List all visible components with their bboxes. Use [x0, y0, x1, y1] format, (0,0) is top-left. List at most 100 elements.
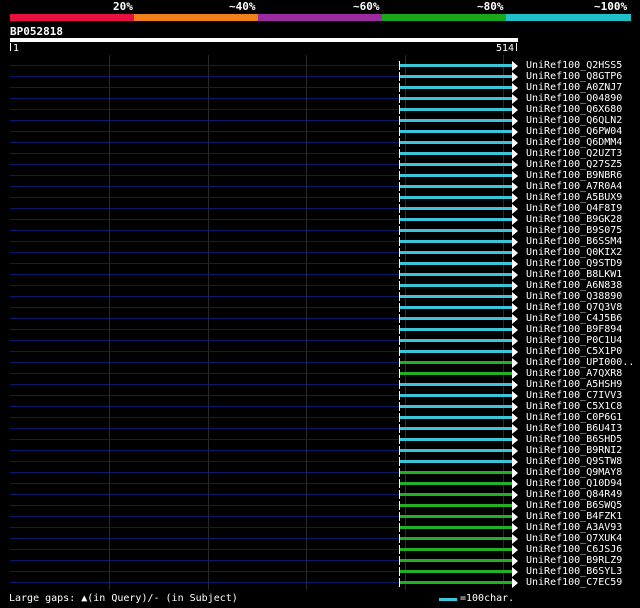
hit-end-arrow	[512, 149, 518, 159]
legend-color-20	[10, 14, 134, 21]
hit-label[interactable]: UniRef100_A6N838	[526, 280, 622, 291]
hit-label[interactable]: UniRef100_A0ZNJ7	[526, 82, 622, 93]
hit-label[interactable]: UniRef100_Q38890	[526, 291, 622, 302]
hit-label[interactable]: UniRef100_C7EC59	[526, 577, 622, 588]
hit-label[interactable]: UniRef100_C0P6G1	[526, 412, 622, 423]
hit-end-arrow	[512, 83, 518, 93]
hit-label[interactable]: UniRef100_Q6QLN2	[526, 115, 622, 126]
hit-label[interactable]: UniRef100_A7QXR8	[526, 368, 622, 379]
hit-bar	[400, 339, 512, 342]
hit-label[interactable]: UniRef100_Q04890	[526, 93, 622, 104]
hit-bar	[400, 185, 512, 188]
hit-label[interactable]: UniRef100_B9RNI2	[526, 445, 622, 456]
hit-label[interactable]: UniRef100_Q9MAY8	[526, 467, 622, 478]
hit-label[interactable]: UniRef100_Q9STD9	[526, 258, 622, 269]
unaligned-region	[10, 549, 399, 550]
hit-end-arrow	[512, 314, 518, 324]
hit-label[interactable]: UniRef100_A3AV93	[526, 522, 622, 533]
hit-label[interactable]: UniRef100_B6U4I3	[526, 423, 622, 434]
hit-end-arrow	[512, 226, 518, 236]
hit-label[interactable]: UniRef100_A7R0A4	[526, 181, 622, 192]
hit-end-arrow	[512, 567, 518, 577]
hit-label[interactable]: UniRef100_B9F894	[526, 324, 622, 335]
hit-end-arrow	[512, 193, 518, 203]
unaligned-region	[10, 384, 399, 385]
legend-color-60	[258, 14, 382, 21]
unaligned-region	[10, 472, 399, 473]
hit-end-arrow	[512, 215, 518, 225]
hit-label[interactable]: UniRef100_B6SSM4	[526, 236, 622, 247]
unaligned-region	[10, 571, 399, 572]
hit-bar	[400, 141, 512, 144]
hit-bar	[400, 273, 512, 276]
hit-label[interactable]: UniRef100_B8LKW1	[526, 269, 622, 280]
unaligned-region	[10, 483, 399, 484]
hit-label[interactable]: UniRef100_Q84R49	[526, 489, 622, 500]
hit-label[interactable]: UniRef100_B9S075	[526, 225, 622, 236]
hit-end-arrow	[512, 160, 518, 170]
unaligned-region	[10, 197, 399, 198]
hit-bar	[400, 317, 512, 320]
hit-label[interactable]: UniRef100_Q2UZT3	[526, 148, 622, 159]
hit-label[interactable]: UniRef100_Q27SZ5	[526, 159, 622, 170]
query-bar	[10, 38, 518, 42]
hit-label[interactable]: UniRef100_C5X1P0	[526, 346, 622, 357]
hit-label[interactable]: UniRef100_P0C1U4	[526, 335, 622, 346]
unaligned-region	[10, 406, 399, 407]
unaligned-region	[10, 340, 399, 341]
hit-label[interactable]: UniRef100_C4J5B6	[526, 313, 622, 324]
hit-label[interactable]: UniRef100_B9RLZ9	[526, 555, 622, 566]
hit-end-arrow	[512, 479, 518, 489]
hit-end-arrow	[512, 545, 518, 555]
hit-end-arrow	[512, 380, 518, 390]
hit-label[interactable]: UniRef100_C6JSJ6	[526, 544, 622, 555]
ruler-end-label: 514	[496, 43, 515, 54]
hit-label[interactable]: UniRef100_C5X1C8	[526, 401, 622, 412]
hit-label[interactable]: UniRef100_B6SWQ5	[526, 500, 622, 511]
hit-end-arrow	[512, 138, 518, 148]
hit-label[interactable]: UniRef100_Q9STW8	[526, 456, 622, 467]
hit-label[interactable]: UniRef100_UPI000..	[526, 357, 634, 368]
hit-label[interactable]: UniRef100_B4FZK1	[526, 511, 622, 522]
hit-label[interactable]: UniRef100_B9NBR6	[526, 170, 622, 181]
unaligned-region	[10, 439, 399, 440]
hit-end-arrow	[512, 402, 518, 412]
hit-label[interactable]: UniRef100_Q0KIX2	[526, 247, 622, 258]
hit-label[interactable]: UniRef100_B6SYL3	[526, 566, 622, 577]
hit-end-arrow	[512, 424, 518, 434]
hit-label[interactable]: UniRef100_Q6DMM4	[526, 137, 622, 148]
unaligned-region	[10, 494, 399, 495]
unaligned-region	[10, 98, 399, 99]
hit-end-arrow	[512, 523, 518, 533]
hit-label[interactable]: UniRef100_Q6X680	[526, 104, 622, 115]
hit-end-arrow	[512, 171, 518, 181]
hit-label[interactable]: UniRef100_C7IVV3	[526, 390, 622, 401]
hit-end-arrow	[512, 281, 518, 291]
hit-end-arrow	[512, 435, 518, 445]
legend-color-40	[134, 14, 258, 21]
unaligned-region	[10, 527, 399, 528]
hit-bar	[400, 394, 512, 397]
hit-bar	[400, 515, 512, 518]
hit-label[interactable]: UniRef100_Q8GTP6	[526, 71, 622, 82]
unaligned-region	[10, 318, 399, 319]
hit-label[interactable]: UniRef100_A5BUX9	[526, 192, 622, 203]
hit-label[interactable]: UniRef100_Q6PW04	[526, 126, 622, 137]
hit-bar	[400, 284, 512, 287]
hit-end-arrow	[512, 116, 518, 126]
unaligned-region	[10, 142, 399, 143]
hit-label[interactable]: UniRef100_Q4F8I9	[526, 203, 622, 214]
unaligned-region	[10, 417, 399, 418]
hit-label[interactable]: UniRef100_Q10D94	[526, 478, 622, 489]
hit-bar	[400, 64, 512, 67]
hit-end-arrow	[512, 556, 518, 566]
hit-label[interactable]: UniRef100_A5HSH9	[526, 379, 622, 390]
hit-end-arrow	[512, 336, 518, 346]
grid-line	[109, 55, 110, 590]
hit-label[interactable]: UniRef100_B9GK28	[526, 214, 622, 225]
hit-label[interactable]: UniRef100_B6SHD5	[526, 434, 622, 445]
hit-label[interactable]: UniRef100_Q7XUK4	[526, 533, 622, 544]
hit-label[interactable]: UniRef100_Q7Q3V8	[526, 302, 622, 313]
hit-label[interactable]: UniRef100_Q2HSS5	[526, 60, 622, 71]
hit-end-arrow	[512, 501, 518, 511]
